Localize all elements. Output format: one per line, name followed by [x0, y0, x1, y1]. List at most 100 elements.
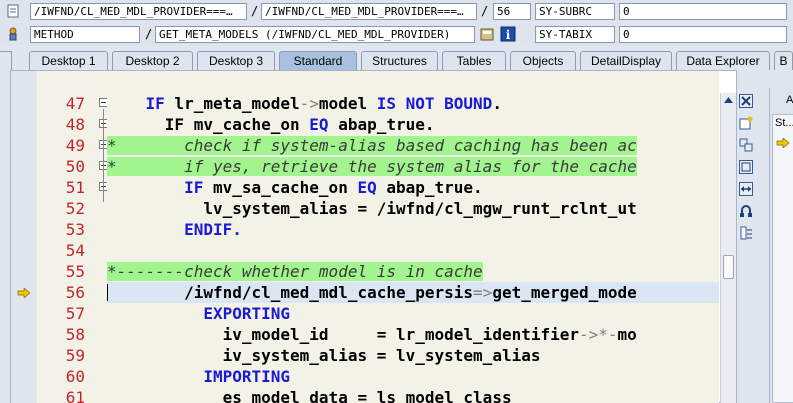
variable-value-field[interactable]: 0 [619, 3, 787, 20]
code-token: get_merged_mode [492, 283, 637, 302]
source-navigate-icon[interactable] [480, 26, 494, 42]
tab-objects[interactable]: Objects [510, 51, 576, 70]
code-token: IF mv_cache_on [164, 115, 310, 134]
code-line[interactable]: *-------check whether model is in cache [107, 261, 719, 282]
tab-standard[interactable]: Standard [279, 51, 357, 70]
method-field[interactable]: GET_META_MODELS (/IWFND/CL_MED_MDL_PROVI… [155, 26, 475, 43]
code-editor[interactable]: IF lr_meta_model->model IS NOT BOUND. IF… [107, 71, 719, 403]
tab-strip-left-edge [0, 51, 12, 70]
line-number: 48 [65, 115, 85, 134]
info-icon[interactable]: i [500, 26, 516, 42]
tab-tables[interactable]: Tables [442, 51, 506, 70]
variable-name-field[interactable]: SY-TABIX [535, 26, 615, 43]
code-line[interactable] [107, 240, 719, 261]
vertical-scrollbar[interactable] [720, 93, 736, 403]
tab-detaildisplay[interactable]: DetailDisplay [580, 51, 672, 70]
code-token: ENDIF. [184, 220, 242, 239]
code-line[interactable]: iv_model_id = lr_model_identifier->*-mo [107, 324, 719, 345]
swap-tool-icon[interactable] [739, 138, 753, 152]
line-number: 61 [65, 388, 85, 403]
program-field[interactable]: /IWFND/CL_MED_MDL_PROVIDER===… [30, 3, 247, 20]
line-number: 50 [65, 157, 85, 176]
breakpoint-gutter[interactable] [11, 71, 37, 403]
code-token: . [492, 94, 502, 113]
tab-desktop-1[interactable]: Desktop 1 [29, 51, 108, 70]
code-line[interactable]: IF lr_meta_model->model IS NOT BOUND. [107, 93, 719, 114]
code-line[interactable]: IF mv_sa_cache_on EQ abap_true. [107, 177, 719, 198]
code-token: iv_system_alias = lv_system_alias [222, 346, 541, 365]
code-token: mo [617, 325, 637, 344]
code-token: abap_true. [328, 115, 435, 134]
scroll-up-icon[interactable] [723, 95, 734, 106]
method-icon [6, 26, 20, 42]
code-line[interactable]: es_model_data = ls_model_class [107, 387, 719, 403]
object-type-field[interactable]: METHOD [30, 26, 140, 43]
execution-pointer-icon [17, 287, 31, 301]
code-token: -> [299, 94, 319, 113]
tab-desktop-3[interactable]: Desktop 3 [197, 51, 275, 70]
code-token: es_model_data = ls_model_class [222, 388, 512, 403]
code-token: model [318, 94, 377, 113]
code-token: EXPORTING [203, 304, 291, 323]
tab-desktop-2[interactable]: Desktop 2 [112, 51, 193, 70]
code-line[interactable]: * if yes, retrieve the system alias for … [107, 156, 719, 177]
source-code-panel: 47 48 49 50 51 52 53 54 55 56 57 58 59 60 61 IF lr_met… [10, 70, 737, 403]
code-line[interactable]: ENDIF. [107, 219, 719, 240]
tab-structures[interactable]: Structures [361, 51, 438, 70]
side-panel-label: St... [775, 117, 793, 129]
code-token: EQ [357, 178, 377, 197]
fold-guide [103, 109, 104, 202]
maximize-icon[interactable] [739, 160, 753, 174]
resize-horizontal-icon[interactable] [739, 182, 753, 196]
code-line[interactable]: lv_system_alias = /iwfnd/cl_mgw_runt_rcl… [107, 198, 719, 219]
line-number: 55 [65, 262, 85, 281]
code-line[interactable]: iv_system_alias = lv_system_alias [107, 345, 719, 366]
line-number: 47 [65, 94, 85, 113]
code-token: IF [184, 178, 204, 197]
include-field[interactable]: /IWFND/CL_MED_MDL_PROVIDER===… [261, 3, 477, 20]
code-token: mv_sa_cache_on [203, 178, 358, 197]
scrollbar-thumb[interactable] [723, 255, 734, 279]
code-line[interactable]: IF mv_cache_on EQ abap_true. [107, 114, 719, 135]
call-stack-list[interactable]: St... [772, 114, 793, 403]
code-token: ->*- [579, 325, 618, 344]
variable-value-field[interactable]: 0 [619, 26, 787, 43]
code-token: abap_true. [376, 178, 483, 197]
close-icon[interactable] [739, 94, 753, 108]
code-token: lr_meta_model [164, 94, 300, 113]
code-line[interactable]: IMPORTING [107, 366, 719, 387]
editor-side-toolbar [737, 90, 755, 250]
tab-data-explorer[interactable]: Data Explorer [676, 51, 770, 70]
separator: / [251, 4, 259, 18]
variable-name-field[interactable]: SY-SUBRC [535, 3, 615, 20]
line-number-field[interactable]: 56 [493, 3, 531, 20]
code-line[interactable]: * check if system-alias based caching ha… [107, 135, 719, 156]
code-token: IMPORTING [203, 367, 291, 386]
line-number: 57 [65, 304, 85, 323]
line-number: 56 [65, 283, 85, 302]
code-line[interactable]: EXPORTING [107, 303, 719, 324]
tab-break-watchpoints[interactable]: B [774, 51, 793, 70]
settings-icon[interactable] [739, 226, 753, 240]
secondary-tool-panel: A St... [769, 88, 793, 403]
line-number: 53 [65, 220, 85, 239]
line-number: 58 [65, 325, 85, 344]
separator: / [481, 4, 489, 18]
code-token: => [473, 283, 493, 302]
line-number-area: 47 48 49 50 51 52 53 54 55 56 57 58 59 60 61 [37, 71, 108, 403]
code-token: * if yes, retrieve the system alias for … [107, 157, 637, 176]
new-tool-icon[interactable] [739, 116, 753, 130]
code-token: iv_model_id = lr_model_identifier [222, 325, 580, 344]
svg-text:i: i [506, 28, 511, 42]
services-icon[interactable] [739, 204, 753, 218]
code-line[interactable]: /iwfnd/cl_med_mdl_cache_persis=>get_merg… [107, 282, 719, 303]
